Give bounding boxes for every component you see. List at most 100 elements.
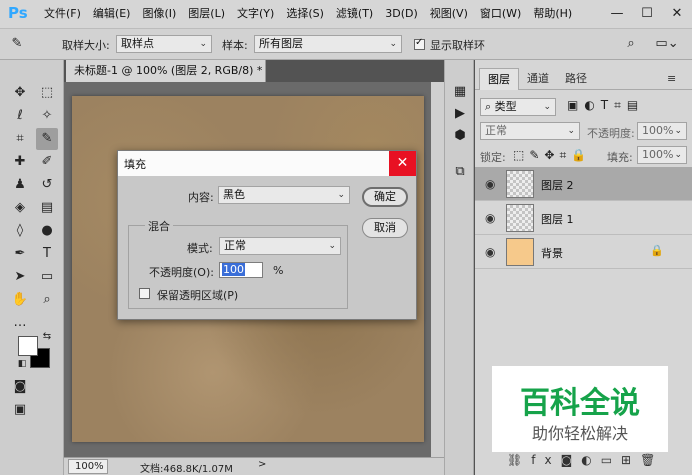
show-ring-label: 显示取样环 — [430, 39, 485, 52]
move-tool-icon[interactable]: ✥ — [9, 82, 31, 104]
rectangle-tool-icon[interactable]: ▭ — [36, 266, 58, 288]
cancel-button[interactable]: 取消 — [362, 218, 408, 238]
sample-select[interactable]: 所有图层 ⌄ — [254, 35, 402, 53]
preserve-transparency-checkbox[interactable] — [139, 288, 150, 299]
lock-icons[interactable]: ⬚✎✥⌗🔒 — [513, 148, 591, 163]
menu-edit[interactable]: 编辑(E) — [89, 0, 139, 28]
adjustment-icon[interactable]: ◐ — [581, 453, 600, 467]
sample-label: 样本: — [222, 39, 248, 52]
screen-mode-icon[interactable]: ▣ — [9, 399, 31, 421]
sample-size-label: 取样大小: — [62, 39, 110, 52]
eyedropper-tool-icon[interactable]: ✎ — [36, 128, 58, 150]
ok-button[interactable]: 确定 — [362, 187, 408, 207]
fill-dialog: 填充 ✕ 内容: 黑色 ⌄ 确定 取消 混合 模式: 正常 ⌄ 不透明度(O): 1… — [117, 150, 417, 320]
magic-wand-tool-icon[interactable]: ✧ — [36, 105, 58, 127]
close-window-button[interactable]: ✕ — [662, 0, 692, 28]
blend-mode-select[interactable]: 正常 ⌄ — [480, 122, 580, 140]
opacity-input[interactable]: 100 — [219, 262, 263, 278]
preserve-transparency-label: 保留透明区域(P) — [157, 289, 239, 302]
mask-icon[interactable]: ◙ — [561, 453, 582, 467]
stamp-tool-icon[interactable]: ♟ — [9, 174, 31, 196]
delete-icon[interactable]: 🗑 — [640, 453, 664, 467]
eye-icon[interactable]: ◉ — [485, 211, 495, 225]
brush-tool-icon[interactable]: ✐ — [36, 151, 58, 173]
dialog-titlebar[interactable]: 填充 ✕ — [118, 151, 416, 176]
zoom-field[interactable]: 100% — [68, 459, 108, 474]
opacity-label: 不透明度(O): — [149, 266, 214, 279]
minimize-button[interactable]: — — [602, 0, 632, 28]
panel-menu-icon[interactable]: ≡ — [667, 68, 676, 90]
menu-layer[interactable]: 图层(L) — [184, 0, 233, 28]
hand-tool-icon[interactable]: ✋ — [9, 289, 31, 311]
zoom-tool-icon[interactable]: ⌕ — [36, 289, 58, 311]
actions-panel-icon[interactable]: ▶ — [450, 104, 470, 124]
opacity-field[interactable]: 100% ⌄ — [637, 122, 687, 140]
contents-select[interactable]: 黑色 ⌄ — [218, 186, 350, 204]
fx-icon[interactable]: fx — [531, 453, 560, 467]
tab-layers[interactable]: 图层 — [479, 68, 519, 90]
menu-image[interactable]: 图像(I) — [138, 0, 184, 28]
gradient-tool-icon[interactable]: ▤ — [36, 197, 58, 219]
opacity-label: 不透明度: — [587, 127, 635, 140]
chevron-down-icon: ⌄ — [674, 150, 682, 160]
workspace-icon[interactable]: ▭⌄ — [650, 33, 684, 55]
show-ring-checkbox[interactable] — [414, 37, 425, 50]
eye-icon[interactable]: ◉ — [485, 245, 495, 259]
blur-tool-icon[interactable]: ◊ — [9, 220, 31, 242]
eye-icon[interactable]: ◉ — [485, 177, 495, 191]
properties-panel-icon[interactable]: ⧉ — [450, 162, 470, 182]
document-info: 文档:468.8K/1.07M — [140, 464, 233, 475]
default-colors-icon[interactable]: ◧ — [16, 358, 28, 370]
more-tools-icon[interactable]: … — [9, 312, 31, 334]
layer-thumbnail — [506, 204, 534, 232]
healing-brush-tool-icon[interactable]: ✚ — [9, 151, 31, 173]
menu-window[interactable]: 窗口(W) — [476, 0, 529, 28]
history-brush-tool-icon[interactable]: ↺ — [36, 174, 58, 196]
group-icon[interactable]: ▭ — [601, 453, 621, 467]
dialog-title: 填充 — [124, 158, 146, 171]
3d-panel-icon[interactable]: ⬢ — [450, 126, 470, 146]
menu-3d[interactable]: 3D(D) — [381, 0, 426, 28]
status-menu-arrow[interactable]: > — [258, 459, 266, 470]
link-icon[interactable]: ⛓ — [507, 453, 531, 467]
menu-type[interactable]: 文字(Y) — [233, 0, 282, 28]
opacity-unit: % — [273, 264, 284, 277]
path-selection-tool-icon[interactable]: ➤ — [9, 266, 31, 288]
vertical-scrollbar[interactable] — [431, 82, 444, 457]
sample-size-select[interactable]: 取样点 ⌄ — [116, 35, 212, 53]
eyedropper-preset-icon[interactable]: ✎ — [6, 33, 28, 55]
dodge-tool-icon[interactable]: ● — [36, 220, 58, 242]
pen-tool-icon[interactable]: ✒ — [9, 243, 31, 265]
crop-tool-icon[interactable]: ⌗ — [9, 128, 31, 150]
menu-help[interactable]: 帮助(H) — [529, 0, 580, 28]
dialog-close-button[interactable]: ✕ — [389, 151, 416, 176]
document-tab[interactable]: 未标题-1 @ 100% (图层 2, RGB/8) * × — [66, 60, 266, 99]
marquee-tool-icon[interactable]: ⬚ — [36, 82, 58, 104]
layer-row[interactable]: ◉ 背景 🔒 — [475, 235, 692, 269]
filter-icons[interactable]: ▣◐T⌗▤ — [567, 98, 644, 113]
type-tool-icon[interactable]: T — [36, 243, 58, 265]
layer-row[interactable]: ◉ 图层 1 — [475, 201, 692, 235]
eraser-tool-icon[interactable]: ◈ — [9, 197, 31, 219]
lasso-tool-icon[interactable]: ℓ — [9, 105, 31, 127]
tab-channels[interactable]: 通道 — [519, 68, 557, 90]
maximize-button[interactable]: ☐ — [632, 0, 662, 28]
menu-file[interactable]: 文件(F) — [40, 0, 89, 28]
menu-view[interactable]: 视图(V) — [426, 0, 476, 28]
quick-mask-icon[interactable]: ◙ — [9, 376, 31, 398]
swap-colors-icon[interactable]: ⇆ — [40, 330, 54, 344]
mode-select[interactable]: 正常 ⌄ — [219, 237, 341, 255]
search-icon[interactable]: ⌕ — [620, 33, 642, 55]
search-icon: ⌕ — [485, 100, 492, 113]
history-panel-icon[interactable]: ▦ — [450, 82, 470, 102]
foreground-color-swatch[interactable] — [18, 336, 38, 356]
watermark: 百科全说 助你轻松解决 — [492, 366, 668, 452]
menu-filter[interactable]: 滤镜(T) — [332, 0, 381, 28]
tab-paths[interactable]: 路径 — [557, 68, 595, 90]
new-layer-icon[interactable]: ⊞ — [621, 453, 640, 467]
fill-field[interactable]: 100% ⌄ — [637, 146, 687, 164]
menu-select[interactable]: 选择(S) — [282, 0, 332, 28]
fill-label: 填充: — [607, 151, 633, 164]
layer-kind-filter[interactable]: ⌕ 类型 ⌄ — [480, 98, 556, 116]
layer-row[interactable]: ◉ 图层 2 — [475, 167, 692, 201]
